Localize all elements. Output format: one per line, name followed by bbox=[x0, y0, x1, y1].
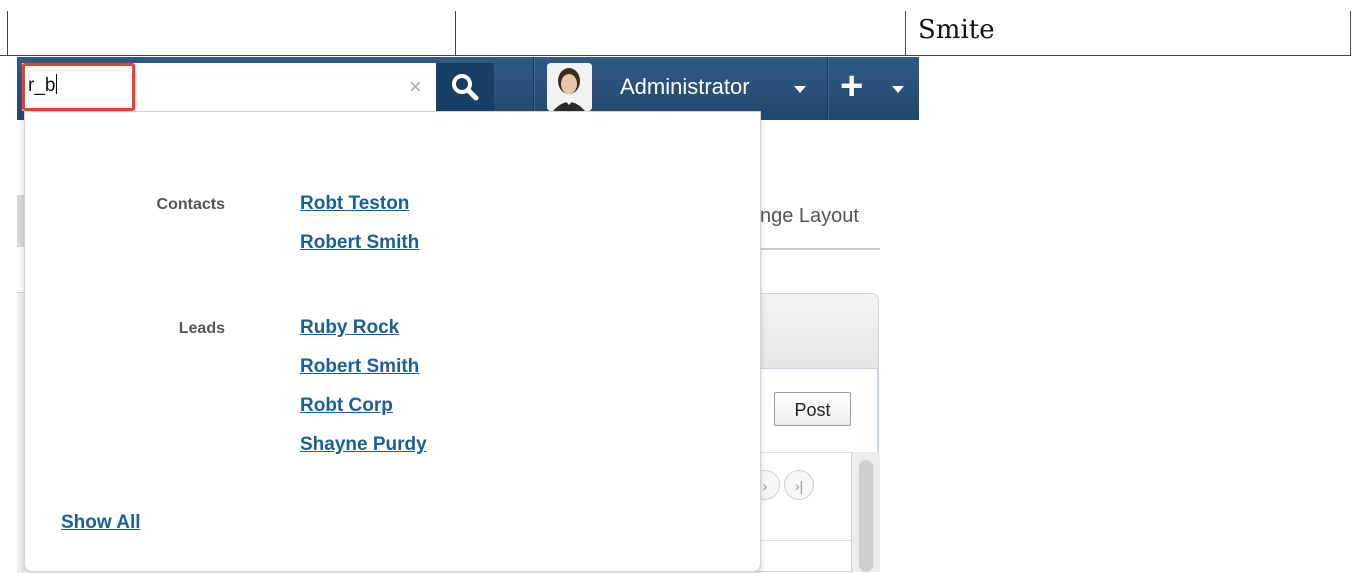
user-menu-label[interactable]: Administrator bbox=[620, 74, 750, 100]
quick-create-plus-icon[interactable]: + bbox=[840, 62, 863, 110]
avatar-photo-icon bbox=[547, 63, 592, 111]
pagination-controls: › ›| bbox=[750, 470, 828, 500]
table-cell-text: Smite bbox=[918, 15, 995, 45]
table-border bbox=[0, 55, 1351, 56]
change-layout-underline bbox=[760, 248, 880, 250]
navbar-divider bbox=[827, 57, 828, 120]
post-button[interactable]: Post bbox=[774, 392, 851, 426]
activity-stream-header bbox=[755, 293, 879, 369]
user-avatar[interactable] bbox=[547, 63, 592, 111]
panel-row-divider bbox=[755, 452, 851, 453]
quick-create-chevron-down-icon[interactable] bbox=[892, 86, 904, 93]
search-result-link[interactable]: Robert Smith bbox=[300, 356, 419, 378]
search-button[interactable] bbox=[436, 63, 494, 111]
search-result-link[interactable]: Ruby Rock bbox=[300, 317, 399, 339]
clear-search-icon[interactable]: × bbox=[409, 74, 422, 100]
results-group-label-leads: Leads bbox=[178, 320, 225, 337]
search-result-link[interactable]: Shayne Purdy bbox=[300, 434, 427, 456]
search-result-link[interactable]: Robt Teston bbox=[300, 193, 409, 215]
last-page-button[interactable]: ›| bbox=[784, 470, 814, 500]
table-border bbox=[455, 11, 456, 56]
table-border bbox=[7, 11, 8, 56]
panel-row-divider bbox=[755, 540, 851, 541]
scrollbar-thumb[interactable] bbox=[859, 460, 873, 572]
table-border bbox=[905, 11, 906, 56]
table-border bbox=[1350, 11, 1351, 56]
user-menu-chevron-down-icon[interactable] bbox=[794, 86, 806, 93]
show-all-link[interactable]: Show All bbox=[61, 512, 141, 534]
change-layout-link[interactable]: nge Layout bbox=[760, 205, 859, 228]
search-highlight-box bbox=[22, 63, 135, 111]
search-results-dropdown bbox=[24, 111, 761, 572]
search-result-link[interactable]: Robt Corp bbox=[300, 395, 393, 417]
search-icon bbox=[452, 74, 479, 101]
table-strip: Smite bbox=[0, 0, 1357, 56]
search-result-link[interactable]: Robert Smith bbox=[300, 232, 419, 254]
results-group-label-contacts: Contacts bbox=[156, 196, 225, 213]
